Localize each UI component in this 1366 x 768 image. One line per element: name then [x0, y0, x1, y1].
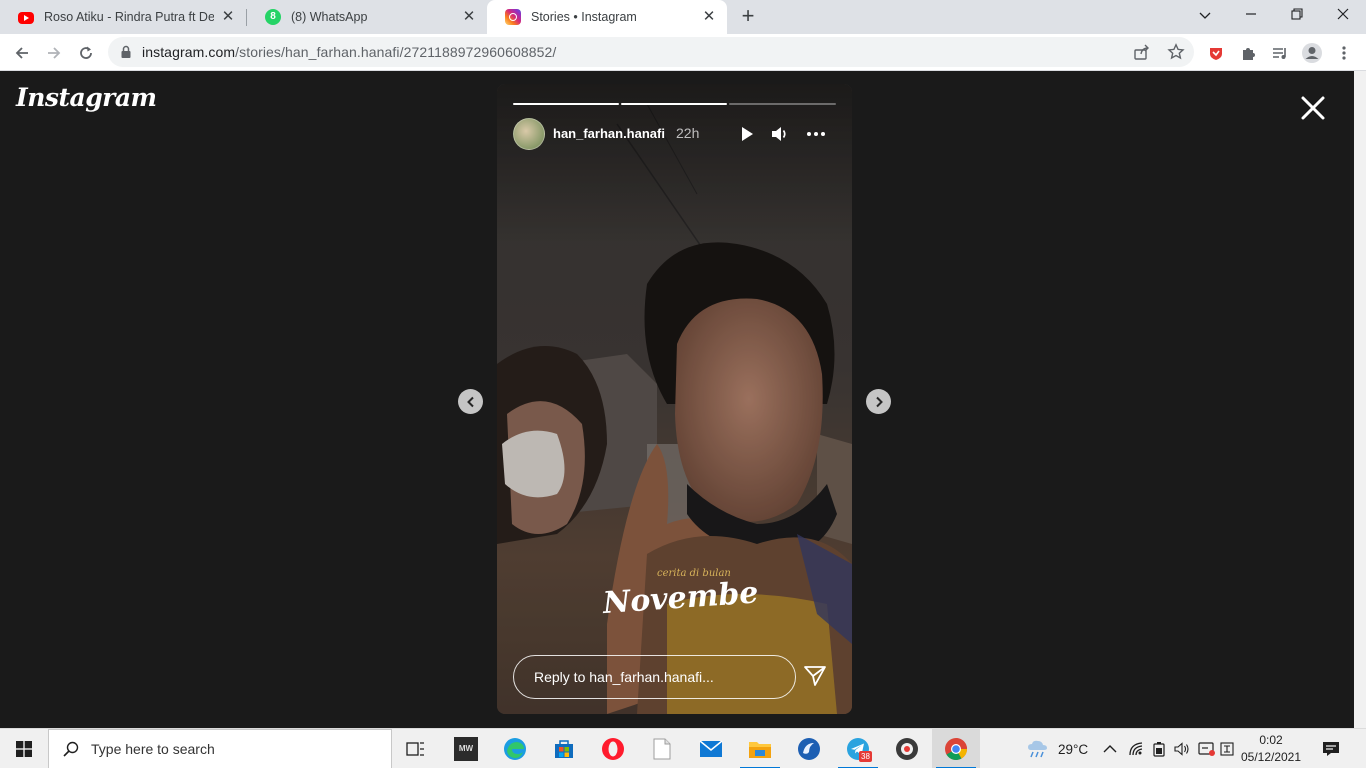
browser-icon[interactable] — [785, 729, 833, 768]
profile-avatar-icon[interactable] — [1299, 40, 1325, 66]
close-tab-icon[interactable]: ✕ — [461, 9, 477, 25]
sticker-main-text: November — [601, 574, 757, 621]
close-tab-icon[interactable]: ✕ — [220, 9, 236, 25]
language-icon[interactable] — [1220, 729, 1234, 768]
mw-app-icon[interactable]: MW — [442, 729, 490, 768]
close-tab-icon[interactable]: ✕ — [701, 9, 717, 25]
forward-icon[interactable] — [41, 40, 67, 66]
telegram-icon[interactable]: 38 — [834, 729, 882, 768]
tab-youtube[interactable]: Roso Atiku - Rindra Putra ft Desty ✕ — [0, 0, 246, 34]
weather-temperature: 29°C — [1058, 741, 1089, 757]
extension-shield-icon[interactable] — [1203, 40, 1229, 66]
next-story-button[interactable] — [866, 389, 891, 414]
previous-story-button[interactable] — [458, 389, 483, 414]
url-host: instagram.com — [142, 44, 236, 60]
instagram-stories-page: Instagram han_farhan.hanafi 22h cerita d… — [0, 71, 1354, 728]
youtube-icon — [18, 12, 34, 24]
send-icon[interactable] — [803, 664, 827, 688]
show-hidden-icons-icon[interactable] — [1103, 729, 1117, 768]
task-view-icon[interactable] — [392, 729, 440, 768]
network-icon[interactable] — [1128, 729, 1144, 768]
media-player-icon[interactable] — [883, 729, 931, 768]
weather-widget[interactable]: 29°C — [1026, 729, 1088, 768]
story-timestamp: 22h — [676, 125, 700, 141]
tab-instagram-stories[interactable]: Stories • Instagram ✕ — [487, 0, 727, 34]
tab-title: Stories • Instagram — [531, 10, 637, 24]
tab-search-icon[interactable] — [1182, 0, 1228, 30]
close-window-icon[interactable] — [1320, 0, 1366, 30]
input-indicator-icon[interactable] — [1198, 729, 1216, 768]
clock-time: 0:02 — [1259, 733, 1283, 747]
search-icon — [63, 741, 79, 757]
story-text-sticker: cerita di bulan November — [601, 568, 757, 621]
clock-date: 05/12/2021 — [1240, 750, 1302, 764]
story-user-avatar[interactable] — [513, 118, 545, 150]
story-viewer[interactable]: han_farhan.hanafi 22h cerita di bulan No… — [497, 84, 852, 714]
address-bar[interactable]: instagram.com/stories/han_farhan.hanafi/… — [108, 37, 1194, 67]
instagram-logo[interactable]: Instagram — [16, 83, 157, 112]
story-progress-fill — [621, 103, 727, 105]
chrome-icon[interactable] — [932, 729, 980, 768]
story-progress-bar — [729, 103, 836, 105]
taskbar-search-input[interactable]: Type here to search — [48, 729, 392, 768]
telegram-unread-badge: 38 — [859, 751, 872, 762]
opera-icon[interactable] — [589, 729, 637, 768]
share-icon[interactable] — [1133, 43, 1151, 66]
story-username[interactable]: han_farhan.hanafi — [553, 126, 665, 141]
mail-icon[interactable] — [687, 729, 735, 768]
notepad-icon[interactable] — [638, 729, 686, 768]
bookmark-star-icon[interactable] — [1167, 43, 1185, 66]
menu-kebab-icon[interactable] — [1331, 40, 1357, 66]
play-icon[interactable] — [737, 124, 757, 144]
tab-whatsapp[interactable]: 8 (8) WhatsApp ✕ — [247, 0, 487, 34]
notification-center-icon[interactable] — [1322, 729, 1340, 768]
reload-icon[interactable] — [73, 40, 99, 66]
chevron-left-icon — [466, 396, 474, 407]
instagram-icon — [505, 9, 521, 25]
lock-icon — [121, 45, 131, 58]
weather-rain-icon — [1028, 740, 1047, 758]
search-placeholder: Type here to search — [91, 741, 215, 757]
browser-toolbar: instagram.com/stories/han_farhan.hanafi/… — [0, 34, 1366, 71]
back-icon[interactable] — [9, 40, 35, 66]
url-path: /stories/han_farhan.hanafi/2721188972960… — [235, 44, 557, 60]
reply-input[interactable]: Reply to han_farhan.hanafi... — [513, 655, 796, 699]
windows-taskbar: Type here to search MW 38 29°C 0:02 05/1… — [0, 728, 1366, 768]
story-progress-bar — [513, 103, 619, 105]
minimize-icon[interactable] — [1228, 0, 1274, 30]
tab-title: (8) WhatsApp — [291, 10, 368, 24]
extensions-puzzle-icon[interactable] — [1235, 40, 1261, 66]
more-options-icon[interactable] — [806, 124, 826, 144]
restore-icon[interactable] — [1274, 0, 1320, 30]
speaker-icon[interactable] — [1174, 729, 1190, 768]
edge-icon[interactable] — [491, 729, 539, 768]
media-control-icon[interactable] — [1267, 40, 1293, 66]
page-scrollbar[interactable] — [1354, 71, 1366, 728]
new-tab-button[interactable]: + — [736, 5, 760, 29]
browser-tab-strip: Roso Atiku - Rindra Putra ft Desty ✕ 8 (… — [0, 0, 1366, 34]
story-progress-fill — [513, 103, 619, 105]
battery-icon[interactable] — [1152, 729, 1166, 768]
volume-icon[interactable] — [770, 124, 790, 144]
store-icon[interactable] — [540, 729, 588, 768]
story-progress-bar — [621, 103, 727, 105]
url-text: instagram.com/stories/han_farhan.hanafi/… — [142, 44, 556, 60]
close-story-icon[interactable] — [1296, 91, 1330, 125]
file-explorer-icon[interactable] — [736, 729, 784, 768]
windows-start-icon[interactable] — [0, 729, 48, 768]
whatsapp-icon: 8 — [265, 9, 281, 25]
system-clock[interactable]: 0:02 05/12/2021 — [1236, 732, 1306, 766]
tab-title: Roso Atiku - Rindra Putra ft Desty — [44, 10, 214, 24]
chevron-right-icon — [875, 396, 883, 407]
